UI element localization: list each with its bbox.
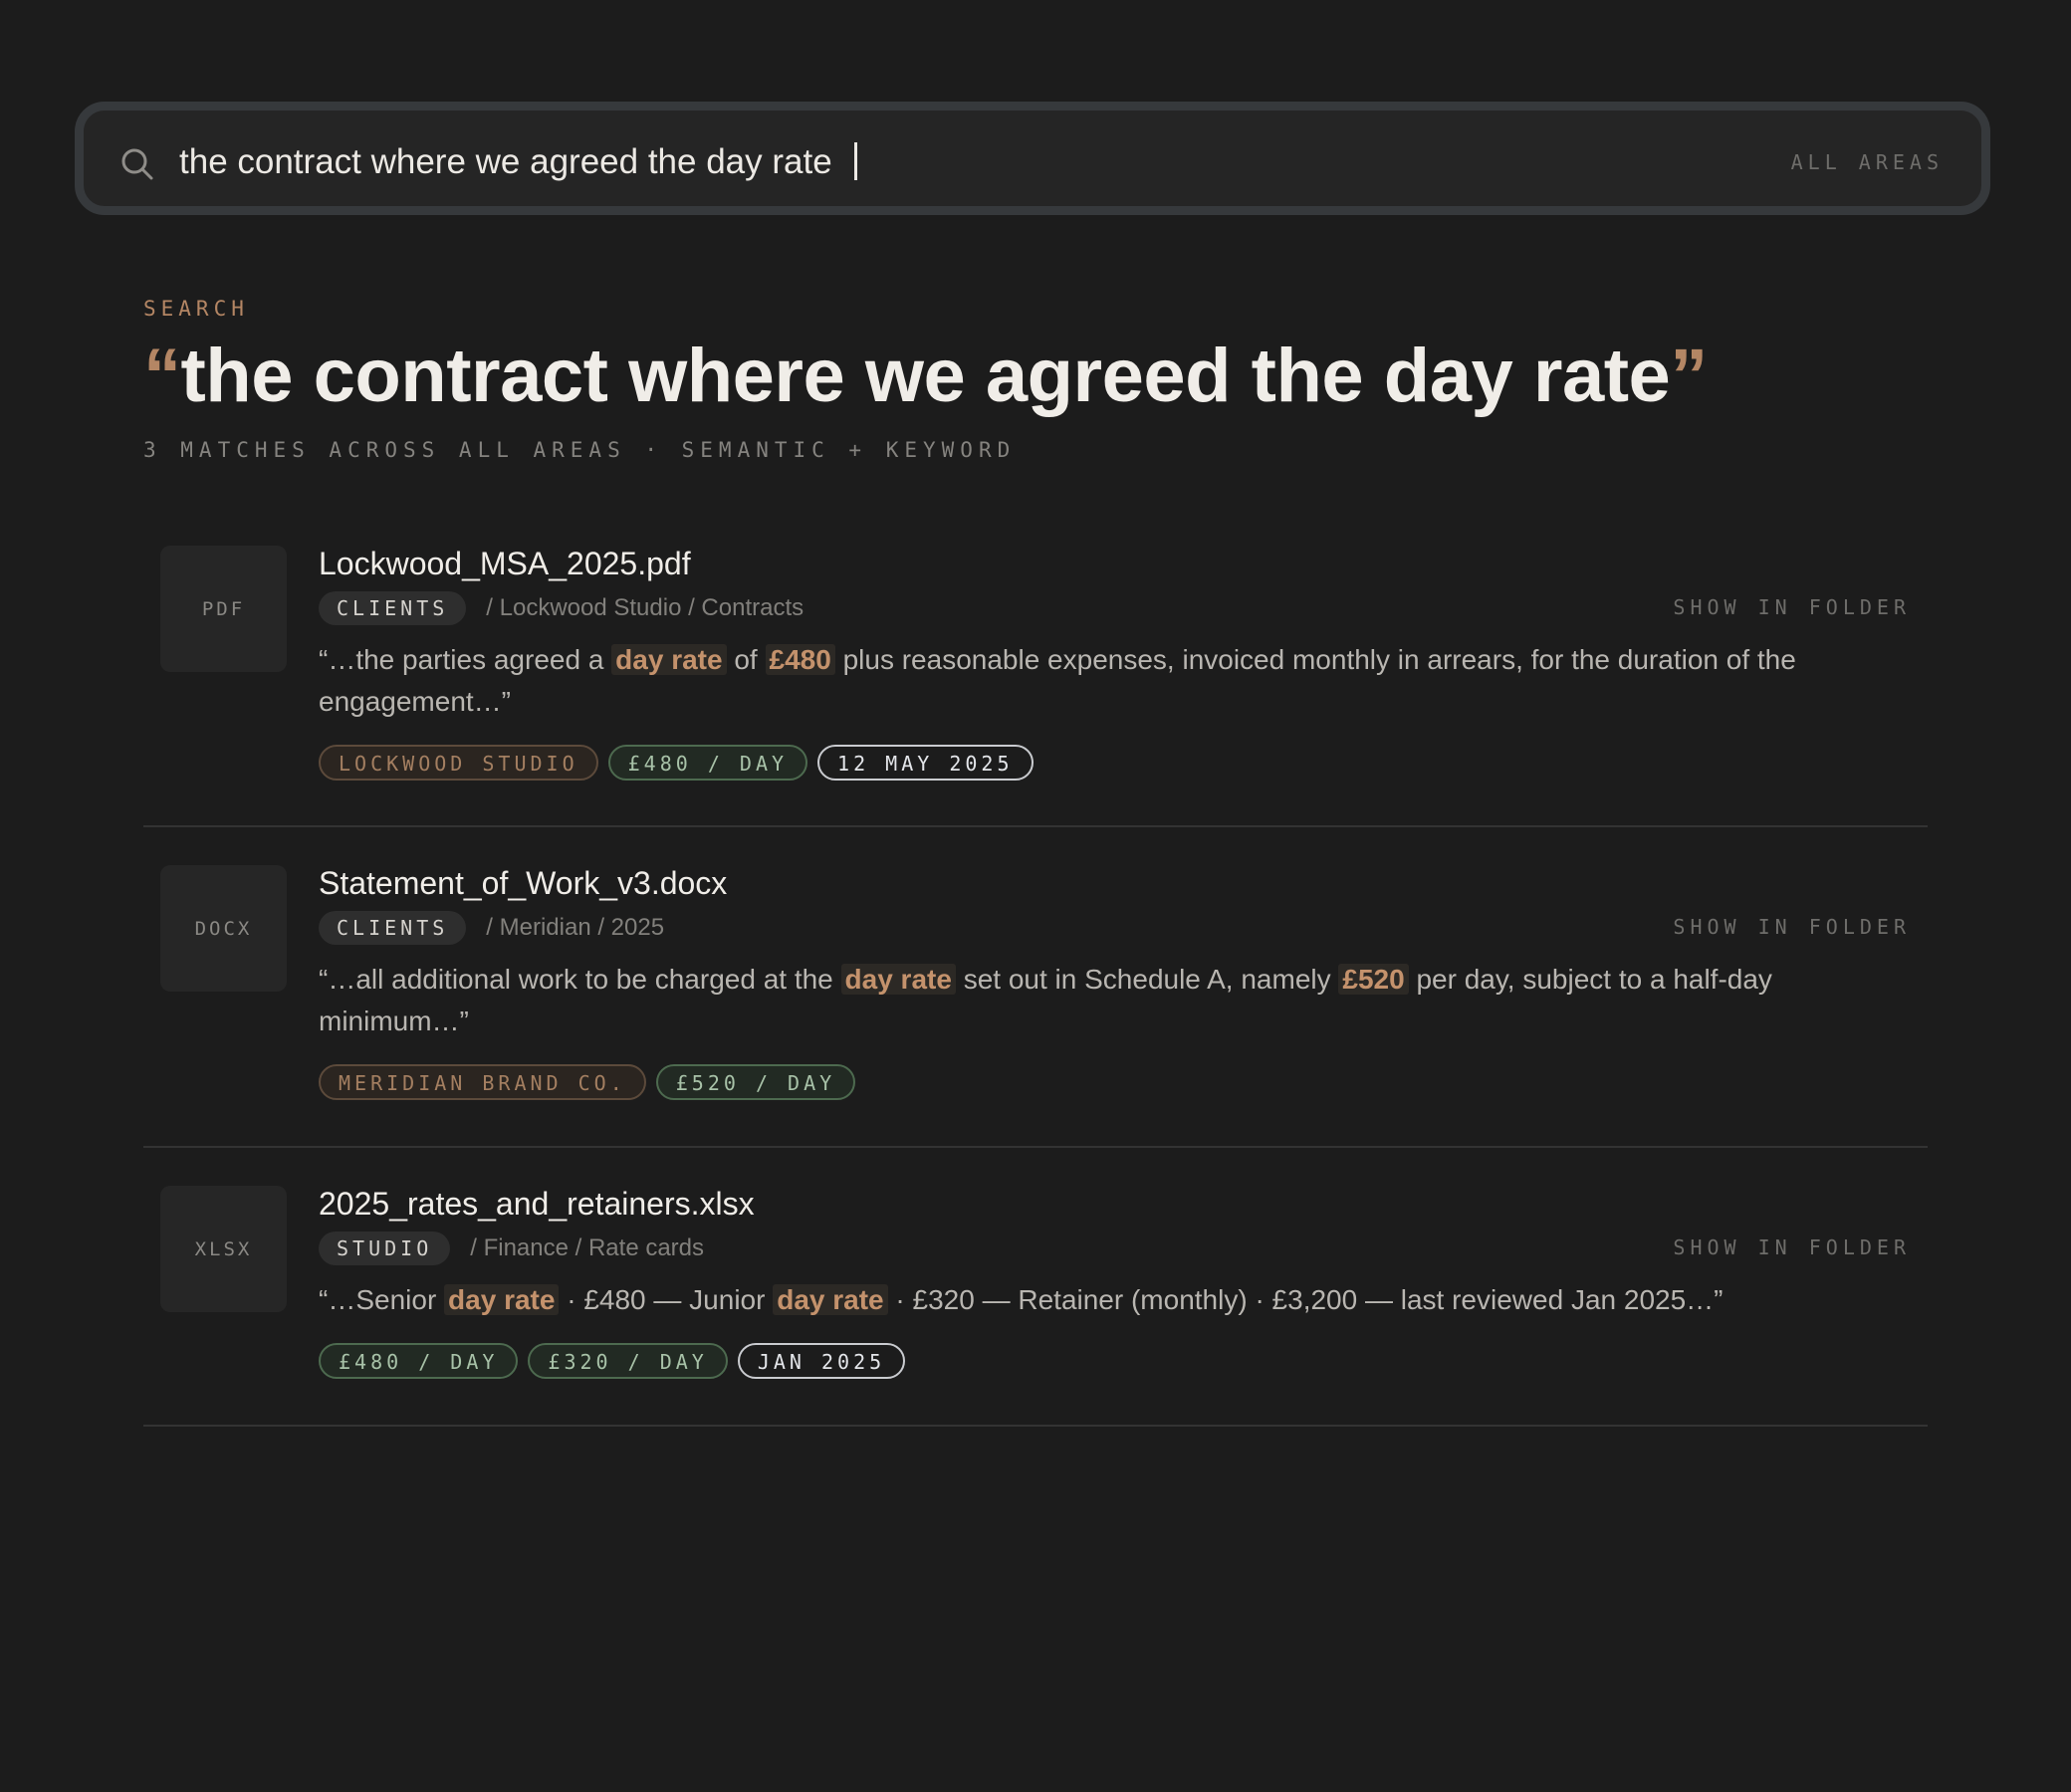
page-title: “the contract where we agreed the day ra…: [143, 329, 1708, 424]
snippet-highlight: day rate: [773, 1284, 888, 1315]
result-filename[interactable]: Statement_of_Work_v3.docx: [319, 863, 1928, 903]
result-row[interactable]: DOCX Statement_of_Work_v3.docx CLIENTS / Me…: [143, 827, 1928, 1148]
snippet-text: · £320 — Retainer (monthly) · £3,200 — l…: [887, 1284, 1724, 1315]
results-list: PDF Lockwood_MSA_2025.pdf CLIENTS / Lockwoo…: [143, 518, 1928, 1427]
snippet-text: set out in Schedule A, namely: [955, 964, 1339, 995]
result-path: / Meridian / 2025: [486, 914, 665, 941]
result-row[interactable]: XLSX 2025_rates_and_retainers.xlsx STUDIO /…: [143, 1148, 1928, 1427]
rate-tag[interactable]: £520 / DAY: [655, 1064, 856, 1100]
result-filename[interactable]: 2025_rates_and_retainers.xlsx: [319, 1184, 1928, 1224]
result-snippet: “…Senior day rate · £480 — Junior day ra…: [319, 1279, 1872, 1321]
result-tags: £480 / DAY £320 / DAY JAN 2025: [319, 1343, 1928, 1379]
search-input[interactable]: the contract where we agreed the day rat…: [179, 140, 857, 184]
snippet-text: “…all additional work to be charged at t…: [319, 964, 841, 995]
search-query-text: the contract where we agreed the day rat…: [179, 142, 832, 181]
file-type-icon: DOCX: [160, 865, 287, 992]
area-badge[interactable]: CLIENTS: [319, 911, 467, 945]
result-path: / Finance / Rate cards: [470, 1234, 705, 1261]
section-eyebrow: SEARCH: [143, 297, 249, 321]
result-content: 2025_rates_and_retainers.xlsx STUDIO / Fin…: [319, 1184, 1928, 1379]
org-tag[interactable]: MERIDIAN BRAND CO.: [319, 1064, 646, 1100]
result-snippet: “…all additional work to be charged at t…: [319, 959, 1872, 1042]
snippet-text: · £480 — Junior: [559, 1284, 774, 1315]
open-quote: “: [143, 334, 181, 418]
snippet-text: of: [726, 644, 766, 675]
snippet-text: “…Senior: [319, 1284, 445, 1315]
file-type-icon: PDF: [160, 546, 287, 672]
result-meta: CLIENTS / Meridian / 2025 SHOW IN FOLDER: [319, 911, 1928, 945]
rate-tag[interactable]: £480 / DAY: [319, 1343, 519, 1379]
result-tags: LOCKWOOD STUDIO £480 / DAY 12 MAY 2025: [319, 745, 1928, 781]
search-icon: [121, 148, 153, 180]
result-content: Statement_of_Work_v3.docx CLIENTS / Meridi…: [319, 863, 1928, 1100]
snippet-highlight: day rate: [611, 644, 727, 675]
text-caret: [853, 141, 857, 180]
page-title-text: the contract where we agreed the day rat…: [180, 334, 1671, 418]
result-path: / Lockwood Studio / Contracts: [486, 594, 805, 621]
results-summary: 3 MATCHES ACROSS ALL AREAS · SEMANTIC + …: [143, 438, 1017, 462]
search-bar[interactable]: the contract where we agreed the day rat…: [75, 102, 1990, 215]
date-tag[interactable]: JAN 2025: [737, 1343, 906, 1379]
snippet-text: “…the parties agreed a: [319, 644, 612, 675]
show-in-folder-button[interactable]: SHOW IN FOLDER: [1673, 595, 1911, 619]
date-tag[interactable]: 12 MAY 2025: [817, 745, 1034, 781]
rate-tag[interactable]: £480 / DAY: [607, 745, 808, 781]
result-content: Lockwood_MSA_2025.pdf CLIENTS / Lockwood S…: [319, 544, 1928, 781]
result-row[interactable]: PDF Lockwood_MSA_2025.pdf CLIENTS / Lockwoo…: [143, 518, 1928, 827]
search-scope[interactable]: ALL AREAS: [1791, 150, 1944, 174]
close-quote: ”: [1670, 334, 1708, 418]
result-tags: MERIDIAN BRAND CO. £520 / DAY: [319, 1064, 1928, 1100]
result-meta: STUDIO / Finance / Rate cards SHOW IN FOLD…: [319, 1232, 1928, 1265]
show-in-folder-button[interactable]: SHOW IN FOLDER: [1673, 1235, 1911, 1259]
org-tag[interactable]: LOCKWOOD STUDIO: [319, 745, 598, 781]
snippet-highlight: £520: [1338, 964, 1409, 995]
show-in-folder-button[interactable]: SHOW IN FOLDER: [1673, 915, 1911, 939]
snippet-highlight: day rate: [444, 1284, 560, 1315]
snippet-highlight: day rate: [840, 964, 956, 995]
file-type-icon: XLSX: [160, 1186, 287, 1312]
rate-tag[interactable]: £320 / DAY: [528, 1343, 728, 1379]
result-meta: CLIENTS / Lockwood Studio / Contracts SHOW…: [319, 591, 1928, 625]
result-filename[interactable]: Lockwood_MSA_2025.pdf: [319, 544, 1928, 583]
area-badge[interactable]: CLIENTS: [319, 591, 467, 625]
area-badge[interactable]: STUDIO: [319, 1232, 451, 1265]
snippet-highlight: £480: [765, 644, 835, 675]
result-snippet: “…the parties agreed a day rate of £480 …: [319, 639, 1872, 723]
